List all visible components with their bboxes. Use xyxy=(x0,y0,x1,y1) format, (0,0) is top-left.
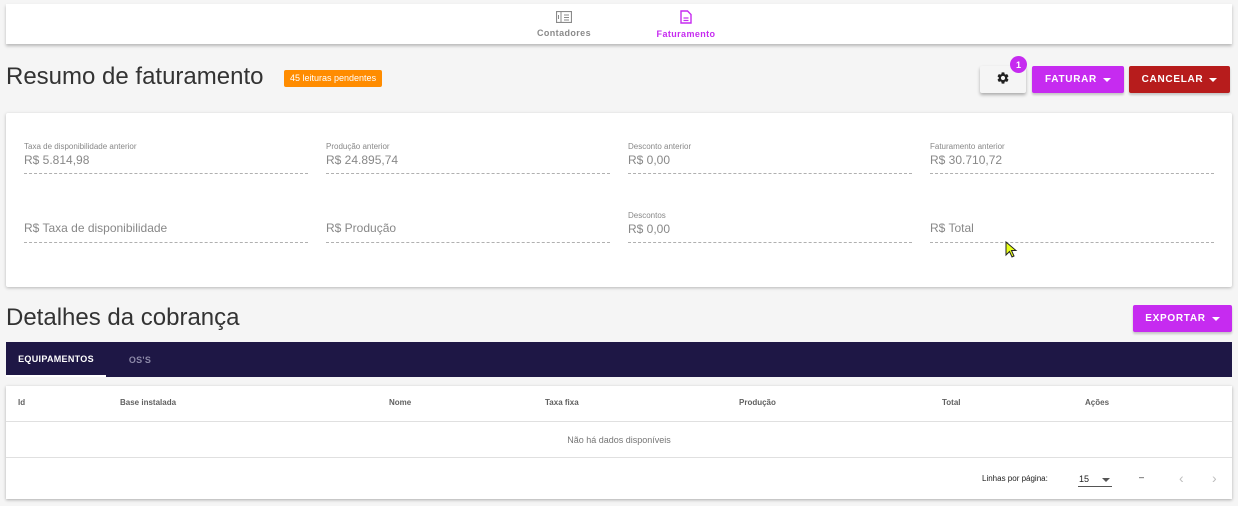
field-label: Produção anterior xyxy=(326,142,390,151)
chevron-down-icon xyxy=(1102,77,1111,82)
field-placeholder: R$ Taxa de disponibilidade xyxy=(24,221,168,235)
chevron-down-icon xyxy=(1102,478,1110,482)
column-header-taxa[interactable]: Taxa fixa xyxy=(545,398,579,407)
prev-desconto-field[interactable]: Desconto anterior R$ 0,00 xyxy=(628,142,912,174)
faturar-label: FATURAR xyxy=(1045,74,1097,85)
document-icon xyxy=(680,9,692,26)
pending-readings-badge: 45 leituras pendentes xyxy=(284,70,383,87)
taxa-disponibilidade-input[interactable]: R$ Taxa de disponibilidade xyxy=(24,211,308,243)
prev-taxa-field[interactable]: Taxa de disponibilidade anterior R$ 5.81… xyxy=(24,142,308,174)
page-range: – xyxy=(1139,472,1145,482)
empty-row: Não há dados disponíveis xyxy=(6,422,1232,458)
exportar-button[interactable]: EXPORTAR xyxy=(1133,305,1232,332)
section-title-detalhes: Detalhes da cobrança xyxy=(6,304,240,331)
chevron-right-icon[interactable]: › xyxy=(1212,470,1217,486)
field-label: Descontos xyxy=(628,211,666,220)
nav-item-faturamento[interactable]: Faturamento xyxy=(646,4,726,44)
nav-item-contadores[interactable]: Contadores xyxy=(524,4,604,44)
field-placeholder: R$ Produção xyxy=(326,221,397,235)
gear-icon xyxy=(996,71,1010,88)
nav-label-faturamento: Faturamento xyxy=(656,28,716,39)
column-header-base[interactable]: Base instalada xyxy=(120,398,176,407)
chevron-down-icon xyxy=(1209,77,1218,82)
tab-equipamentos[interactable]: EQUIPAMENTOS xyxy=(6,342,106,377)
column-header-total[interactable]: Total xyxy=(942,398,961,407)
field-value: R$ 0,00 xyxy=(628,222,671,236)
exportar-label: EXPORTAR xyxy=(1145,313,1206,324)
field-label: Taxa de disponibilidade anterior xyxy=(24,142,137,151)
top-nav: Contadores Faturamento xyxy=(6,4,1232,44)
producao-input[interactable]: R$ Produção xyxy=(326,211,610,243)
mouse-cursor-icon xyxy=(1005,240,1019,264)
tabs-bar: EQUIPAMENTOS OS'S xyxy=(6,342,1232,377)
faturar-button[interactable]: FATURAR xyxy=(1032,66,1124,93)
prev-faturamento-field[interactable]: Faturamento anterior R$ 30.710,72 xyxy=(930,142,1214,174)
cancelar-label: CANCELAR xyxy=(1141,74,1204,85)
field-label: Faturamento anterior xyxy=(930,142,1005,151)
rows-per-page-select[interactable]: 15 xyxy=(1078,469,1112,487)
rows-per-page-label: Linhas por página: xyxy=(982,474,1048,483)
field-value: R$ 30.710,72 xyxy=(930,153,1003,167)
chevron-left-icon[interactable]: ‹ xyxy=(1179,470,1184,486)
field-value: R$ 5.814,98 xyxy=(24,153,90,167)
page-title: Resumo de faturamento xyxy=(6,63,264,90)
table-header: Id Base instalada Nome Taxa fixa Produçã… xyxy=(6,386,1232,422)
column-header-id[interactable]: Id xyxy=(18,398,25,407)
descontos-input[interactable]: Descontos R$ 0,00 xyxy=(628,211,912,243)
data-table: Id Base instalada Nome Taxa fixa Produçã… xyxy=(6,386,1232,499)
column-header-producao[interactable]: Produção xyxy=(739,398,776,407)
field-value: R$ 0,00 xyxy=(628,153,671,167)
total-input[interactable]: R$ Total xyxy=(930,211,1214,243)
cancelar-button[interactable]: CANCELAR xyxy=(1129,66,1230,93)
field-value: R$ 24.895,74 xyxy=(326,153,399,167)
field-placeholder: R$ Total xyxy=(930,221,974,235)
tab-os[interactable]: OS'S xyxy=(106,342,174,377)
settings-count-badge: 1 xyxy=(1010,56,1027,73)
rows-per-page-value: 15 xyxy=(1079,474,1090,484)
column-header-acoes: Ações xyxy=(1085,398,1110,407)
nav-label-contadores: Contadores xyxy=(536,27,591,38)
chevron-down-icon xyxy=(1211,316,1220,321)
column-header-nome[interactable]: Nome xyxy=(389,398,411,407)
field-label: Desconto anterior xyxy=(628,142,692,151)
counter-icon xyxy=(555,10,573,25)
prev-producao-field[interactable]: Produção anterior R$ 24.895,74 xyxy=(326,142,610,174)
summary-card: Taxa de disponibilidade anterior R$ 5.81… xyxy=(6,113,1232,287)
table-footer: Linhas por página: 15 – ‹ › xyxy=(6,458,1232,499)
